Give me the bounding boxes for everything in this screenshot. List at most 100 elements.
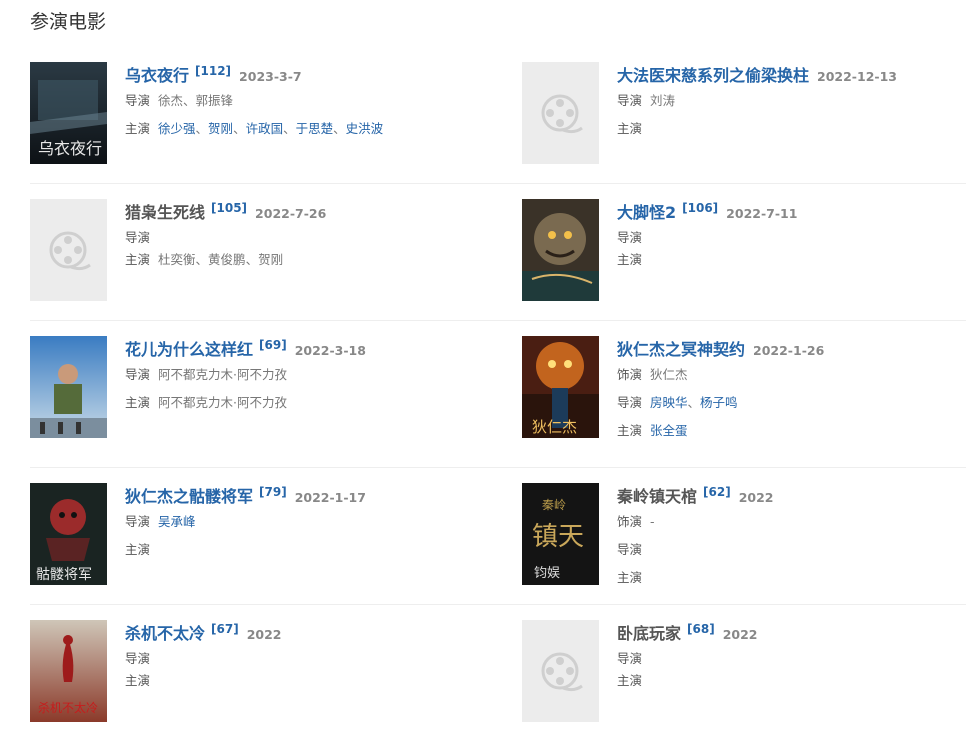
movie-card: 大法医宋慈系列之偷梁换柱 2022-12-13 导演 刘涛主演 — [522, 62, 966, 166]
svg-text:秦岭: 秦岭 — [542, 498, 566, 512]
credit-role-label: 导演 — [617, 230, 643, 245]
credit-role-label: 导演 — [617, 93, 643, 108]
movie-title-link[interactable]: 狄仁杰之冥神契约 — [617, 340, 745, 359]
movie-card: 杀机不太冷 杀机不太冷 [67] 2022 导演 主演 — [30, 620, 476, 724]
review-count-badge[interactable]: [79] — [259, 485, 287, 499]
name-separator: 、 — [333, 121, 346, 136]
movie-title-line: 大法医宋慈系列之偷梁换柱 2022-12-13 — [617, 62, 966, 90]
name-separator: 、 — [195, 121, 209, 136]
movie-info: 秦岭镇天棺 [62] 2022 饰演 - 导演 主演 — [617, 483, 966, 589]
film-reel-icon[interactable] — [522, 620, 599, 722]
row-divider — [30, 320, 966, 321]
movie-title-link[interactable]: 猎枭生死线 — [125, 203, 205, 222]
credit-line: 主演 — [617, 567, 966, 589]
person-link[interactable]: 徐少强 — [158, 121, 196, 136]
movie-title-link[interactable]: 杀机不太冷 — [125, 624, 205, 643]
film-reel-icon[interactable] — [30, 199, 107, 301]
credit-role-label: 导演 — [125, 93, 151, 108]
credit-role-label: 导演 — [125, 367, 151, 382]
movie-title-link[interactable]: 秦岭镇天棺 — [617, 487, 697, 506]
credit-line: 导演 — [617, 539, 966, 561]
credit-line: 饰演 狄仁杰 — [617, 364, 966, 386]
person-link[interactable]: 张全蛋 — [650, 423, 688, 438]
movie-poster[interactable]: 骷髅将军 — [30, 483, 107, 585]
movie-poster[interactable]: 杀机不太冷 — [30, 620, 107, 722]
film-reel-icon[interactable] — [522, 62, 599, 164]
movie-info: 花儿为什么这样红 [69] 2022-3-18 导演 阿不都克力木·阿不力孜 主演 阿不都克… — [125, 336, 475, 414]
credit-role-label: 导演 — [125, 651, 151, 666]
review-count-badge[interactable]: [105] — [211, 201, 247, 215]
credit-line: 导演 刘涛 — [617, 90, 966, 112]
movie-title-link[interactable]: 卧底玩家 — [617, 624, 681, 643]
movie-title-line: 猎枭生死线 [105] 2022-7-26 — [125, 199, 475, 227]
person-link: 黄俊鹏 — [208, 252, 246, 267]
svg-text:镇天: 镇天 — [532, 522, 584, 552]
person-link: - — [650, 514, 655, 529]
row-divider — [30, 183, 966, 184]
person-link[interactable]: 吴承峰 — [158, 514, 196, 529]
movie-info: 猎枭生死线 [105] 2022-7-26 导演 主演 杜奕衡、黄俊鹏、贺刚 — [125, 199, 475, 271]
review-count-badge[interactable]: [69] — [259, 338, 287, 352]
person-link: 徐杰 — [158, 93, 184, 108]
person-link: 贺刚 — [258, 252, 284, 267]
person-link[interactable]: 于思楚 — [296, 121, 334, 136]
movie-card: 猎枭生死线 [105] 2022-7-26 导演 主演 杜奕衡、黄俊鹏、贺刚 — [30, 199, 476, 303]
release-date: 2022-1-26 — [753, 343, 825, 358]
credit-line: 主演 张全蛋 — [617, 420, 966, 442]
movie-card: 骷髅将军 狄仁杰之骷髅将军 [79] 2022-1-17 导演 吴承峰 主演 — [30, 483, 476, 587]
credit-line: 导演 吴承峰 — [125, 511, 475, 533]
credit-line: 主演 — [617, 249, 966, 271]
movie-title-link[interactable]: 大脚怪2 — [617, 203, 676, 222]
credit-role-label: 主演 — [125, 121, 151, 136]
movie-poster[interactable]: 乌衣夜行 — [30, 62, 107, 164]
movie-poster[interactable] — [522, 199, 599, 301]
credit-role-label: 主演 — [617, 121, 643, 136]
movie-title-link[interactable]: 花儿为什么这样红 — [125, 340, 253, 359]
person-link[interactable]: 杨子鸣 — [700, 395, 738, 410]
person-link[interactable]: 房映华 — [650, 395, 688, 410]
release-date: 2022-12-13 — [817, 69, 897, 84]
credit-line: 主演 — [617, 118, 966, 140]
credit-role-label: 饰演 — [617, 367, 643, 382]
row-divider — [30, 604, 966, 605]
movie-poster[interactable]: 秦岭 镇天 钧娱 — [522, 483, 599, 585]
credit-line: 主演 阿不都克力木·阿不力孜 — [125, 392, 475, 414]
svg-text:杀机不太冷: 杀机不太冷 — [38, 700, 98, 715]
release-date: 2022 — [722, 627, 758, 642]
credit-line: 导演 徐杰、郭振锋 — [125, 90, 475, 112]
credit-line: 导演 — [617, 648, 966, 670]
credit-role-label: 主演 — [617, 252, 643, 267]
release-date: 2022-7-11 — [726, 206, 798, 221]
release-date: 2023-3-7 — [239, 69, 302, 84]
movie-info: 乌衣夜行 [112] 2023-3-7 导演 徐杰、郭振锋 主演 徐少强、贺刚、许政国、于思… — [125, 62, 475, 140]
credit-role-label: 主演 — [125, 542, 151, 557]
credit-line: 导演 阿不都克力木·阿不力孜 — [125, 364, 475, 386]
credit-line: 导演 — [125, 227, 475, 249]
movie-card: 狄仁杰 狄仁杰之冥神契约 2022-1-26 饰演 狄仁杰 导演 房映华、杨子鸣 主演 张全蛋 — [522, 336, 966, 440]
credit-line: 导演 — [617, 227, 966, 249]
person-link: 阿不都克力木·阿不力孜 — [158, 367, 287, 382]
movie-card: 卧底玩家 [68] 2022 导演 主演 — [522, 620, 966, 724]
review-count-badge[interactable]: [68] — [687, 622, 715, 636]
credit-role-label: 饰演 — [617, 514, 643, 529]
review-count-badge[interactable]: [67] — [211, 622, 239, 636]
credit-role-label: 导演 — [617, 395, 643, 410]
person-link[interactable]: 史洪波 — [346, 121, 384, 136]
credit-role-label: 导演 — [125, 514, 151, 529]
review-count-badge[interactable]: [112] — [195, 64, 231, 78]
movie-info: 杀机不太冷 [67] 2022 导演 主演 — [125, 620, 475, 692]
credit-role-label: 导演 — [617, 651, 643, 666]
movie-title-link[interactable]: 乌衣夜行 — [125, 66, 189, 85]
person-link[interactable]: 贺刚 — [208, 121, 233, 136]
credit-line: 饰演 - — [617, 511, 966, 533]
review-count-badge[interactable]: [62] — [703, 485, 731, 499]
person-link[interactable]: 许政国 — [246, 121, 284, 136]
credit-line: 主演 — [125, 670, 475, 692]
filmography-list: 乌衣夜行 乌衣夜行 [112] 2023-3-7 导演 徐杰、郭振锋 主演 徐少强、贺刚、许政… — [0, 0, 966, 735]
movie-title-link[interactable]: 大法医宋慈系列之偷梁换柱 — [617, 66, 809, 85]
review-count-badge[interactable]: [106] — [682, 201, 718, 215]
movie-poster[interactable] — [30, 336, 107, 438]
movie-card: 秦岭 镇天 钧娱 秦岭镇天棺 [62] 2022 饰演 - 导演 主演 — [522, 483, 966, 587]
movie-poster[interactable]: 狄仁杰 — [522, 336, 599, 438]
movie-title-link[interactable]: 狄仁杰之骷髅将军 — [125, 487, 253, 506]
